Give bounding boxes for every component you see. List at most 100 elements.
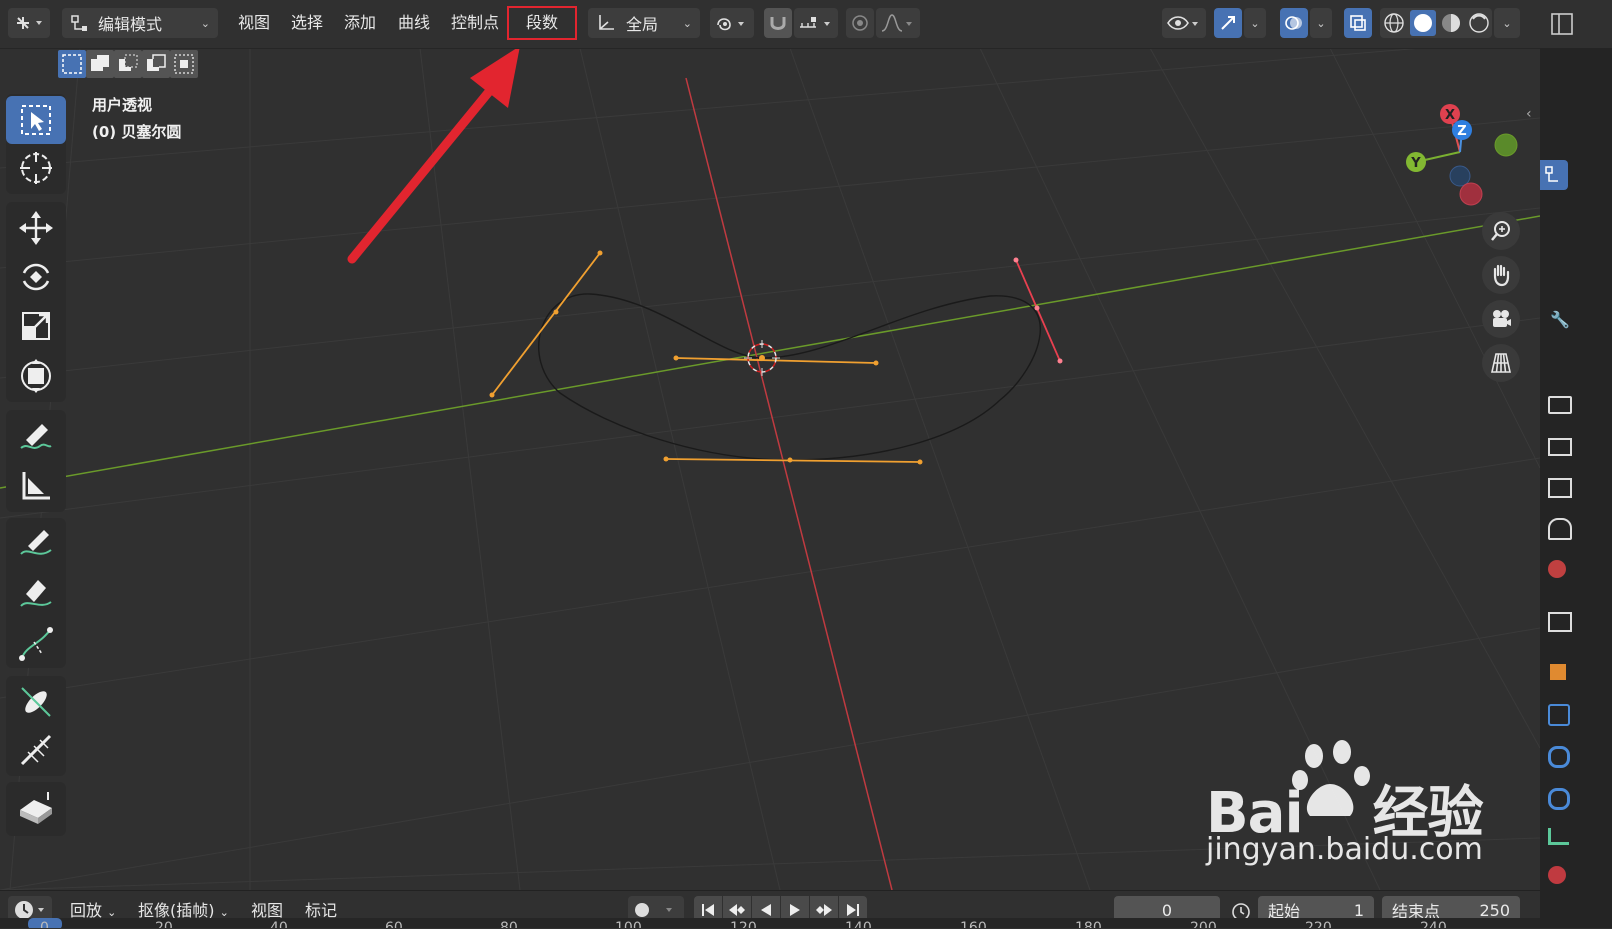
world-icon[interactable] — [1548, 560, 1566, 578]
end-value: 250 — [1479, 900, 1510, 920]
measure-tool[interactable] — [6, 462, 66, 510]
select-mode-extend[interactable] — [86, 50, 114, 78]
transform-orientation-dropdown[interactable]: 全局 ⌄ — [588, 8, 700, 38]
proportional-edit-toggle[interactable] — [846, 8, 874, 38]
view-layer-icon[interactable] — [1548, 478, 1572, 498]
visibility-button[interactable] — [1162, 8, 1206, 38]
watermark-url: jingyan.baidu.com — [1206, 832, 1483, 867]
gizmo-toggle[interactable] — [1214, 8, 1242, 38]
ruler-tick-label: 140 — [845, 920, 872, 928]
gizmo-neg-x[interactable] — [1459, 182, 1483, 206]
ruler-tick-label: 40 — [270, 920, 288, 928]
draw-curve-icon — [20, 530, 52, 555]
tool-settings-icon[interactable]: 🔧 — [1550, 310, 1570, 329]
ruler-tick-label: 80 — [500, 920, 518, 928]
scene-icon[interactable] — [1548, 518, 1572, 540]
scale-icon — [22, 312, 50, 340]
solid-shading-icon — [1414, 14, 1432, 32]
menu-add[interactable]: 添加 — [334, 8, 386, 38]
ortho-grid-icon[interactable] — [1482, 344, 1520, 382]
scale-tool[interactable] — [6, 302, 66, 350]
material-shading-icon[interactable] — [1442, 14, 1460, 32]
play-icon — [790, 904, 800, 916]
select-extend-icon — [91, 55, 109, 71]
menu-control-points[interactable]: 控制点 — [441, 8, 509, 38]
next-keyframe-icon — [816, 904, 832, 916]
radius-icon — [20, 734, 52, 766]
wireframe-shading-icon[interactable] — [1384, 13, 1404, 33]
zoom-icon[interactable] — [1482, 212, 1520, 250]
overlay-icon — [1285, 16, 1302, 30]
pen-icon — [20, 580, 52, 607]
menu-select[interactable]: 选择 — [281, 8, 333, 38]
render-icon[interactable] — [1548, 396, 1572, 414]
ruler-tick-label: 200 — [1190, 920, 1217, 928]
select-mode-new[interactable] — [58, 50, 86, 78]
particles-icon[interactable] — [1548, 746, 1570, 768]
overlay-toggle[interactable] — [1280, 8, 1308, 38]
handle-left[interactable] — [491, 252, 601, 396]
select-box-tool[interactable] — [6, 96, 66, 144]
navigation-gizmo[interactable]: X Z Y — [1406, 104, 1518, 206]
extrude-tool[interactable] — [6, 784, 66, 832]
collection-icon[interactable] — [1548, 612, 1572, 632]
draw-tool[interactable] — [6, 520, 66, 568]
camera-view-icon[interactable] — [1482, 300, 1520, 338]
material-icon[interactable] — [1548, 866, 1566, 884]
constraints-icon[interactable] — [1548, 828, 1569, 845]
gizmo-neg-y[interactable] — [1494, 133, 1518, 157]
menu-view[interactable]: 视图 — [228, 8, 280, 38]
curve-vertex-tool[interactable] — [6, 620, 66, 668]
chevron-down-icon: ⌄ — [1250, 16, 1260, 30]
timeline-ruler[interactable]: 0 20 40 60 80 100 120 140 160 180 200 220 240 — [0, 918, 1540, 928]
ruler-tick-label: 120 — [730, 920, 757, 928]
tool-tab-icon — [1545, 166, 1558, 182]
object-icon[interactable] — [1550, 664, 1566, 680]
output-icon[interactable] — [1548, 438, 1572, 456]
strip-header — [1540, 0, 1612, 48]
overlay-dropdown[interactable]: ⌄ — [1310, 8, 1332, 38]
gizmo-y-label: Y — [1410, 156, 1421, 171]
rotate-tool[interactable] — [6, 253, 66, 301]
gizmo-dropdown[interactable]: ⌄ — [1244, 8, 1266, 38]
menu-segments[interactable]: 段数 — [507, 6, 577, 40]
chevron-down-icon: ⌄ — [682, 16, 692, 30]
tool-tab[interactable] — [1540, 160, 1568, 190]
editor-split-icon[interactable] — [1550, 12, 1574, 36]
pen-tool[interactable] — [6, 570, 66, 618]
select-mode-subtract[interactable] — [114, 50, 142, 78]
modifier-wrench-icon[interactable] — [1548, 704, 1570, 726]
rotate-icon — [22, 263, 50, 291]
bezier-handles[interactable] — [491, 252, 921, 463]
mode-dropdown[interactable]: 编辑模式 ⌄ — [62, 8, 218, 38]
select-mode-intersect[interactable] — [170, 50, 198, 78]
bezier-circle-curve[interactable] — [538, 293, 1041, 461]
move-tool[interactable] — [6, 204, 66, 252]
sidebar-toggle-icon[interactable]: ‹ — [1526, 106, 1532, 122]
editor-type-button[interactable] — [8, 8, 50, 38]
editor-type-icon — [17, 17, 42, 29]
annotate-tool[interactable] — [6, 412, 66, 460]
shading-dropdown[interactable]: ⌄ — [1494, 8, 1520, 38]
pan-hand-icon[interactable] — [1482, 256, 1520, 294]
snap-toggle[interactable] — [764, 8, 792, 38]
ruler-tick-label: 180 — [1075, 920, 1102, 928]
properties-tab-strip: 🔧 — [1540, 0, 1612, 928]
radius-tool[interactable] — [6, 726, 66, 774]
xray-toggle[interactable] — [1344, 8, 1372, 38]
control-points[interactable] — [489, 250, 923, 465]
rendered-shading-icon[interactable] — [1469, 13, 1489, 33]
falloff-button[interactable] — [876, 8, 920, 38]
physics-icon[interactable] — [1548, 788, 1570, 810]
select-mode-invert[interactable] — [142, 50, 170, 78]
menu-curve[interactable]: 曲线 — [388, 8, 440, 38]
gizmo-neg-z[interactable] — [1449, 165, 1471, 187]
tilt-tool[interactable] — [6, 678, 66, 726]
ruler-tick-label: 220 — [1305, 920, 1332, 928]
transform-tool[interactable] — [6, 352, 66, 400]
cursor-tool[interactable] — [6, 144, 66, 192]
viewport-header: 编辑模式 ⌄ 视图 选择 添加 曲线 控制点 段数 全局 ⌄ ⌄ ⌄ ⌄ — [0, 0, 1612, 49]
gizmo-x-label: X — [1445, 108, 1455, 123]
snap-target-button[interactable] — [794, 8, 838, 38]
pivot-point-button[interactable] — [710, 8, 754, 38]
